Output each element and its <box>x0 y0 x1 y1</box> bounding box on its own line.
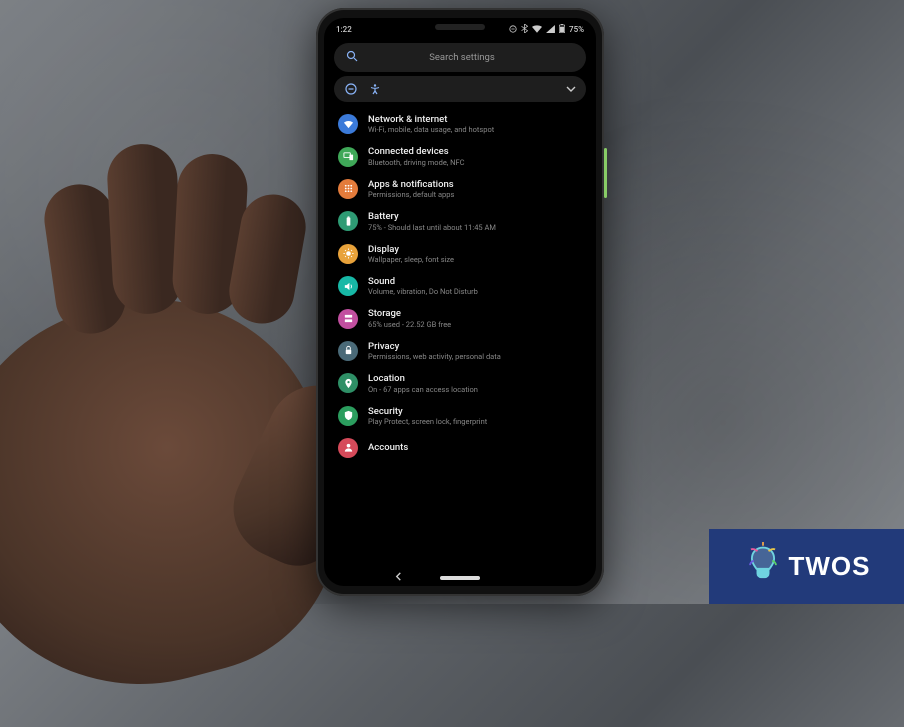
settings-item-title: Connected devices <box>368 146 465 157</box>
sidebar-item-location[interactable]: Location On - 67 apps can access locatio… <box>330 367 590 399</box>
phone-screen: 1:22 75% <box>324 18 596 586</box>
battery-icon <box>338 211 358 231</box>
signal-icon <box>546 25 555 35</box>
settings-item-subtitle: 65% used - 22.52 GB free <box>368 320 451 329</box>
battery-percentage: 75% <box>569 25 584 34</box>
wifi-icon <box>338 114 358 134</box>
settings-item-title: Sound <box>368 276 478 287</box>
settings-item-subtitle: On - 67 apps can access location <box>368 385 478 394</box>
logo-text: TWOS <box>789 551 871 582</box>
sidebar-item-privacy[interactable]: Privacy Permissions, web activity, perso… <box>330 335 590 367</box>
settings-item-subtitle: Bluetooth, driving mode, NFC <box>368 158 465 167</box>
lightbulb-icon <box>743 542 783 592</box>
sidebar-item-sound[interactable]: Sound Volume, vibration, Do Not Disturb <box>330 270 590 302</box>
sidebar-item-apps[interactable]: Apps & notifications Permissions, defaul… <box>330 173 590 205</box>
accounts-icon <box>338 438 358 458</box>
back-button[interactable] <box>394 572 403 584</box>
devices-icon <box>338 147 358 167</box>
speaker-notch <box>435 24 485 30</box>
settings-list: Network & internet Wi-Fi, mobile, data u… <box>324 108 596 464</box>
search-icon <box>346 50 358 65</box>
bluetooth-icon <box>521 24 528 35</box>
settings-item-title: Storage <box>368 308 451 319</box>
settings-item-subtitle: 75% - Should last until about 11:45 AM <box>368 223 496 232</box>
search-placeholder: Search settings <box>368 52 574 63</box>
settings-item-subtitle: Permissions, default apps <box>368 190 454 199</box>
sidebar-item-display[interactable]: Display Wallpaper, sleep, font size <box>330 238 590 270</box>
settings-item-title: Display <box>368 244 454 255</box>
watermark-logo: TWOS <box>709 529 904 604</box>
settings-item-title: Location <box>368 373 478 384</box>
settings-item-title: Security <box>368 406 487 417</box>
sidebar-item-storage[interactable]: Storage 65% used - 22.52 GB free <box>330 302 590 334</box>
status-time: 1:22 <box>336 25 352 34</box>
sidebar-item-accounts[interactable]: Accounts <box>330 432 590 464</box>
settings-item-title: Apps & notifications <box>368 179 454 190</box>
settings-item-subtitle: Volume, vibration, Do Not Disturb <box>368 287 478 296</box>
sidebar-item-devices[interactable]: Connected devices Bluetooth, driving mod… <box>330 140 590 172</box>
settings-item-subtitle: Wallpaper, sleep, font size <box>368 255 454 264</box>
battery-icon <box>559 24 565 35</box>
settings-item-title: Privacy <box>368 341 501 352</box>
privacy-icon <box>338 341 358 361</box>
settings-item-subtitle: Permissions, web activity, personal data <box>368 352 501 361</box>
sidebar-item-network[interactable]: Network & internet Wi-Fi, mobile, data u… <box>330 108 590 140</box>
display-icon <box>338 244 358 264</box>
dnd-icon <box>509 25 517 35</box>
sidebar-item-battery[interactable]: Battery 75% - Should last until about 11… <box>330 205 590 237</box>
settings-item-subtitle: Wi-Fi, mobile, data usage, and hotspot <box>368 125 494 134</box>
sound-icon <box>338 276 358 296</box>
dnd-chip-icon[interactable] <box>344 82 358 96</box>
search-settings-bar[interactable]: Search settings <box>334 43 586 72</box>
shield-icon <box>338 406 358 426</box>
phone-frame: 1:22 75% <box>316 8 604 596</box>
settings-item-title: Accounts <box>368 442 408 453</box>
sidebar-item-security[interactable]: Security Play Protect, screen lock, fing… <box>330 400 590 432</box>
storage-icon <box>338 309 358 329</box>
settings-item-subtitle: Play Protect, screen lock, fingerprint <box>368 417 487 426</box>
settings-item-title: Battery <box>368 211 496 222</box>
accessibility-chip-icon[interactable] <box>368 82 382 96</box>
home-pill[interactable] <box>440 576 480 580</box>
apps-icon <box>338 179 358 199</box>
location-icon <box>338 373 358 393</box>
wifi-icon <box>532 25 542 35</box>
navigation-bar <box>324 572 596 582</box>
suggestion-strip[interactable] <box>334 76 586 102</box>
settings-item-title: Network & internet <box>368 114 494 125</box>
expand-icon[interactable] <box>566 84 576 95</box>
